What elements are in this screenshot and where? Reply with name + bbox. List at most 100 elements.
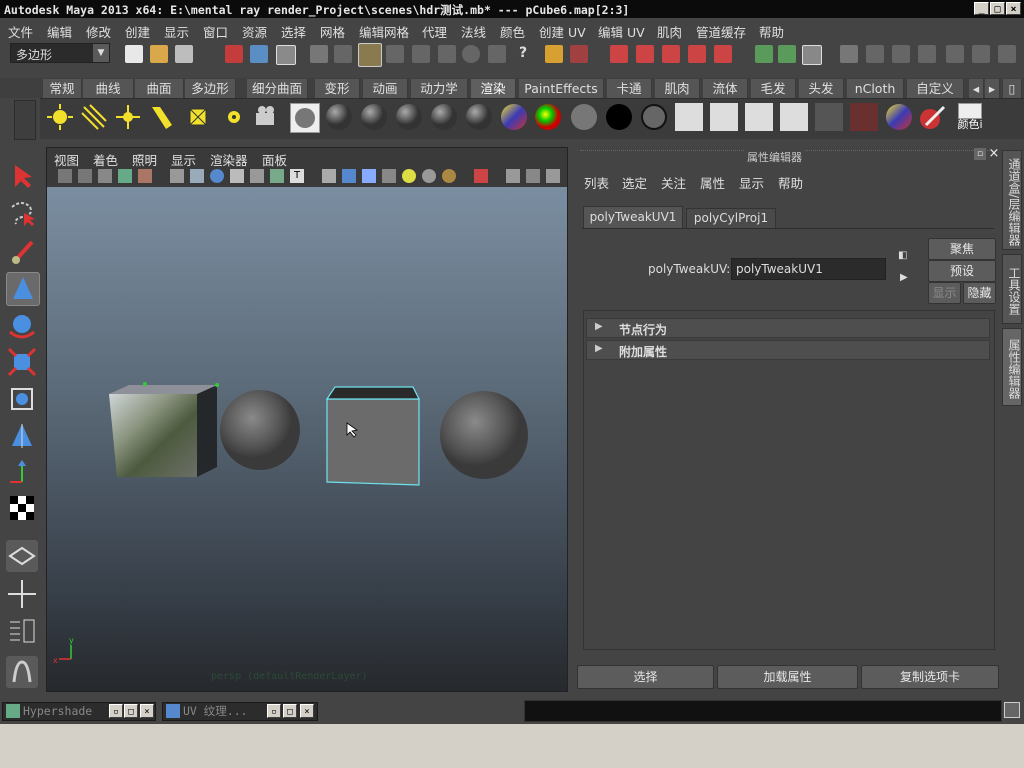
xray-active-icon[interactable] — [546, 169, 560, 183]
2d-pan-zoom-icon[interactable] — [138, 169, 152, 183]
anisotropic-sphere-icon[interactable] — [465, 103, 493, 131]
close-button[interactable]: × — [1006, 2, 1021, 15]
load-attributes-button[interactable]: 加载属性 — [717, 665, 858, 689]
safe-action-icon[interactable] — [270, 169, 284, 183]
history-icon[interactable] — [570, 45, 588, 63]
menu-pipeline-cache[interactable]: 管道缓存 — [696, 22, 746, 41]
menu-assets[interactable]: 资源 — [242, 22, 267, 41]
ramp-shader-icon[interactable] — [500, 103, 528, 131]
close-icon[interactable]: × — [300, 704, 314, 718]
presets-button[interactable]: 预设 — [928, 260, 996, 282]
side-tab-channel-box[interactable]: 通道盒/层编辑器 — [1002, 150, 1022, 250]
menu-edit-uv[interactable]: 编辑 UV — [598, 22, 645, 41]
vp-menu-show[interactable]: 显示 — [171, 150, 196, 169]
help-question-icon[interactable]: ? — [514, 45, 532, 63]
ipr-render-icon[interactable] — [892, 45, 910, 63]
area-light-icon[interactable] — [184, 103, 212, 131]
color-set-icon[interactable]: 颜色i — [952, 103, 988, 131]
copy-tab-button[interactable]: 复制选项卡 — [861, 665, 999, 689]
cancel-batch-icon[interactable] — [850, 103, 878, 131]
paint-brush-icon[interactable] — [918, 103, 946, 131]
maximize-button[interactable]: □ — [990, 2, 1005, 15]
menu-normals[interactable]: 法线 — [461, 22, 486, 41]
show-button[interactable]: 显示 — [928, 282, 961, 304]
resolution-gate-icon[interactable] — [210, 169, 224, 183]
maximize-icon[interactable]: □ — [124, 704, 138, 718]
ae-menu-focus[interactable]: 关注 — [661, 173, 686, 192]
input-output-icon[interactable] — [778, 45, 796, 63]
select-component-icon[interactable] — [276, 45, 296, 65]
vp-menu-view[interactable]: 视图 — [54, 150, 79, 169]
menu-help[interactable]: 帮助 — [759, 22, 784, 41]
menu-muscle[interactable]: 肌肉 — [657, 22, 682, 41]
menu-edit-mesh[interactable]: 编辑网格 — [359, 22, 409, 41]
shelf-tab-fluids[interactable]: 流体 — [703, 79, 748, 98]
gate-mask-icon[interactable] — [230, 169, 244, 183]
vp-menu-panels[interactable]: 面板 — [262, 150, 287, 169]
output-connection-icon[interactable]: ▶ — [900, 272, 914, 284]
ae-menu-help[interactable]: 帮助 — [778, 173, 803, 192]
shelf-scroll-left-icon[interactable]: ◂ — [969, 79, 984, 98]
textured-cube[interactable] — [109, 382, 219, 477]
batch-render-icon[interactable] — [815, 103, 843, 131]
tab-polytweakuv1[interactable]: polyTweakUV1 — [583, 206, 683, 228]
shadows-icon[interactable] — [422, 169, 436, 183]
3d-viewport[interactable]: y x persp (defaultRenderLayer) — [47, 187, 567, 691]
directional-light-icon[interactable] — [80, 103, 108, 131]
select-button[interactable]: 选择 — [577, 665, 714, 689]
input-connection-icon[interactable]: ◧ — [898, 250, 912, 262]
ae-menu-list[interactable]: 列表 — [584, 173, 609, 192]
clapper-icon[interactable] — [675, 103, 703, 131]
menu-window[interactable]: 窗口 — [203, 22, 228, 41]
clapper-icon[interactable] — [745, 103, 773, 131]
phong-sphere-icon[interactable] — [395, 103, 423, 131]
menu-display[interactable]: 显示 — [164, 22, 189, 41]
menu-mesh[interactable]: 网格 — [320, 22, 345, 41]
select-tool-icon[interactable] — [6, 160, 38, 192]
phong-e-sphere-icon[interactable] — [430, 103, 458, 131]
field-chart-icon[interactable] — [250, 169, 264, 183]
select-face-icon[interactable] — [358, 43, 382, 67]
input-output-icon[interactable] — [755, 45, 773, 63]
shelf-tab-dynamics[interactable]: 动力学 — [411, 79, 468, 98]
xray-joints-icon[interactable] — [526, 169, 540, 183]
restore-icon[interactable]: ▫ — [267, 704, 281, 718]
layered-shader-icon[interactable] — [640, 103, 668, 131]
render-settings-icon[interactable] — [918, 45, 936, 63]
blinn-sphere-icon[interactable] — [360, 103, 388, 131]
close-icon[interactable]: × — [140, 704, 154, 718]
vp-menu-renderer[interactable]: 渲染器 — [210, 150, 248, 169]
select-hierarchy-icon[interactable] — [225, 45, 243, 63]
menu-modify[interactable]: 修改 — [86, 22, 111, 41]
shelf-tab-curves[interactable]: 曲线 — [83, 79, 134, 98]
clapper-check-icon[interactable] — [780, 103, 808, 131]
tool-settings-toggle-icon[interactable] — [972, 45, 990, 63]
magnet-icon[interactable] — [714, 45, 732, 63]
ae-menu-attributes[interactable]: 属性 — [700, 173, 725, 192]
select-object-icon[interactable] — [250, 45, 268, 63]
construction-history-icon[interactable] — [802, 45, 822, 65]
shelf-tab-subdiv[interactable]: 细分曲面 — [247, 79, 308, 98]
rainbow-shader-icon[interactable] — [534, 103, 562, 131]
float-panel-icon[interactable]: ▫ — [974, 148, 986, 160]
volume-light-icon[interactable] — [220, 103, 248, 131]
select-handle-icon[interactable] — [334, 45, 352, 63]
select-vertex-icon[interactable] — [412, 45, 430, 63]
section-node-behavior[interactable]: ▶ 节点行为 — [586, 318, 990, 338]
lasso-tool-icon[interactable] — [6, 197, 38, 229]
shelf-scroll-right-icon[interactable]: ▸ — [985, 79, 1000, 98]
magnet-icon[interactable] — [610, 45, 628, 63]
menu-create[interactable]: 创建 — [125, 22, 150, 41]
use-all-lights-icon[interactable] — [402, 169, 416, 183]
side-tab-attribute-editor[interactable]: 属性编辑器 — [1002, 328, 1022, 406]
vp-menu-shading[interactable]: 着色 — [93, 150, 118, 169]
minimize-button[interactable]: _ — [974, 2, 989, 15]
outliner-layout-icon[interactable] — [6, 616, 38, 648]
point-light-icon[interactable] — [114, 103, 142, 131]
move-tool-icon[interactable] — [6, 272, 40, 306]
magnet-icon[interactable] — [688, 45, 706, 63]
select-curve-icon[interactable] — [438, 45, 456, 63]
task-hypershade[interactable]: Hypershade ▫ □ × — [2, 702, 156, 721]
channel-box-toggle-icon[interactable] — [998, 45, 1016, 63]
selected-cube[interactable] — [325, 386, 420, 486]
